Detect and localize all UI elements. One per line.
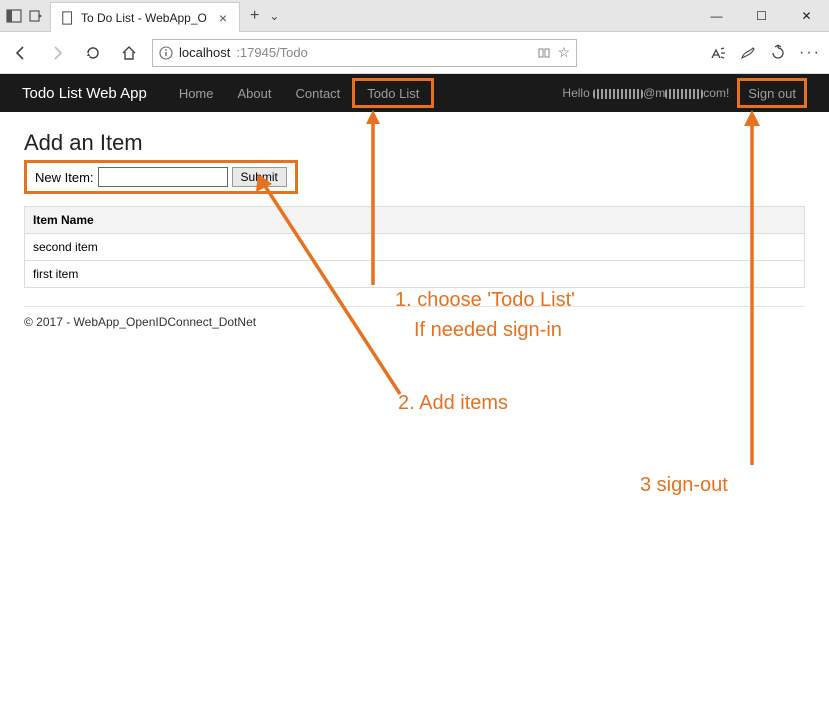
- table-row: first item: [25, 261, 805, 288]
- set-aside-tabs-icon[interactable]: [28, 8, 44, 24]
- arrow-right-icon: [48, 44, 66, 62]
- refresh-icon: [84, 44, 102, 62]
- titlebar-left-icons: [0, 0, 50, 31]
- navbar-right: Hello @m com! Sign out: [562, 78, 807, 108]
- window-maximize-button[interactable]: ☐: [739, 0, 784, 31]
- window-close-button[interactable]: ✕: [784, 0, 829, 31]
- cell-item-name: second item: [25, 234, 805, 261]
- arrow-left-icon: [12, 44, 30, 62]
- cell-item-name: first item: [25, 261, 805, 288]
- annotation-text-3: 3 sign-out: [640, 474, 728, 497]
- submit-button[interactable]: Submit: [232, 167, 287, 187]
- hub-icon[interactable]: [709, 44, 727, 62]
- greeting-text: Hello @m com!: [562, 86, 729, 100]
- home-button[interactable]: [116, 40, 142, 66]
- page-favicon-icon: [61, 11, 75, 25]
- annotation-box-signout: Sign out: [737, 78, 807, 108]
- tab-actions-caret-icon[interactable]: ⌄: [269, 9, 279, 23]
- favorite-star-icon[interactable]: ☆: [557, 44, 570, 61]
- brand[interactable]: Todo List Web App: [22, 85, 147, 102]
- page-title: Add an Item: [24, 130, 805, 156]
- redacted-icon: [665, 89, 703, 99]
- share-icon[interactable]: [769, 44, 787, 62]
- new-item-input[interactable]: [98, 167, 228, 187]
- more-icon[interactable]: ···: [799, 44, 821, 62]
- tab-close-button[interactable]: ×: [217, 10, 229, 26]
- address-bar[interactable]: localhost :17945/Todo ☆: [152, 39, 577, 67]
- greeting-mid: @m: [643, 86, 665, 100]
- nav-contact[interactable]: Contact: [283, 86, 352, 101]
- home-icon: [120, 44, 138, 62]
- browser-tab[interactable]: To Do List - WebApp_O ×: [50, 2, 240, 32]
- nav-signout[interactable]: Sign out: [744, 86, 800, 101]
- separator: [24, 306, 805, 307]
- new-item-label: New Item:: [35, 170, 94, 185]
- col-header-item-name: Item Name: [25, 207, 805, 234]
- tab-strip-actions: + ⌄: [240, 0, 289, 31]
- window-minimize-button[interactable]: —: [694, 0, 739, 31]
- address-host: localhost: [179, 45, 230, 60]
- address-rest: :17945/Todo: [236, 45, 308, 60]
- nav-todo-list[interactable]: Todo List: [355, 86, 431, 101]
- site-info-icon[interactable]: [159, 46, 173, 60]
- page-viewport: Todo List Web App Home About Contact Tod…: [0, 74, 829, 706]
- page-content: Add an Item New Item: Submit Item Name s…: [0, 112, 829, 341]
- annotation-text-2: 2. Add items: [398, 392, 508, 415]
- greeting-suffix: com!: [703, 86, 729, 100]
- toolbar-right: ···: [709, 44, 821, 62]
- forward-button[interactable]: [44, 40, 70, 66]
- sidebar-icon[interactable]: [6, 8, 22, 24]
- reading-view-icon[interactable]: [537, 46, 551, 60]
- redacted-icon: [593, 89, 643, 99]
- refresh-button[interactable]: [80, 40, 106, 66]
- items-table: Item Name second item first item: [24, 206, 805, 288]
- annotation-box-add-form: New Item: Submit: [24, 160, 298, 194]
- table-row: second item: [25, 234, 805, 261]
- notes-icon[interactable]: [739, 44, 757, 62]
- browser-toolbar: localhost :17945/Todo ☆ ···: [0, 32, 829, 74]
- new-tab-button[interactable]: +: [250, 7, 259, 25]
- annotation-box-todo-nav: Todo List: [352, 78, 434, 108]
- window-titlebar: To Do List - WebApp_O × + ⌄ — ☐ ✕: [0, 0, 829, 32]
- nav-home[interactable]: Home: [167, 86, 226, 101]
- greeting-prefix: Hello: [562, 86, 593, 100]
- window-controls: — ☐ ✕: [694, 0, 829, 31]
- nav-about[interactable]: About: [226, 86, 284, 101]
- footer-text: © 2017 - WebApp_OpenIDConnect_DotNet: [24, 315, 805, 329]
- site-navbar: Todo List Web App Home About Contact Tod…: [0, 74, 829, 112]
- tab-title: To Do List - WebApp_O: [81, 11, 211, 25]
- back-button[interactable]: [8, 40, 34, 66]
